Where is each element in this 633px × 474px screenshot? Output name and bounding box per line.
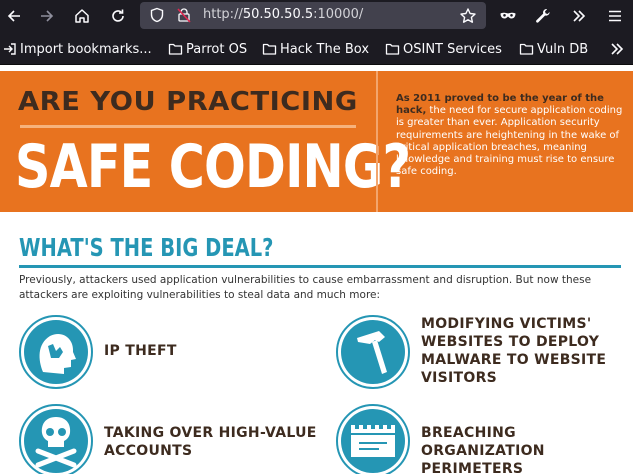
hammer-icon <box>336 315 410 389</box>
bookmarks-toolbar: Import bookmarks... Parrot OS Hack The B… <box>0 31 633 65</box>
bookmark-label: OSINT Services <box>403 41 502 57</box>
head-hand-icon <box>19 315 93 389</box>
private-mask-button[interactable] <box>494 2 522 30</box>
bookmark-label: Hack The Box <box>280 41 370 57</box>
skull-crossbones-icon <box>19 404 93 474</box>
url-scheme: http:// <box>203 7 243 22</box>
folder-icon <box>519 43 534 55</box>
hero-heading-line2: SAFE CODING? <box>15 132 411 202</box>
hero-divider <box>376 71 378 212</box>
browser-toolbar: http://50.50.50.5:10000/ <box>0 0 633 31</box>
hero-heading-line1: ARE YOU PRACTICING <box>18 87 358 117</box>
arrow-right-icon <box>41 10 54 22</box>
castle-wall-icon <box>336 404 410 474</box>
arrow-left-icon <box>7 10 20 22</box>
threat-label: TAKING OVER HIGH-VALUE ACCOUNTS <box>104 425 317 459</box>
bookmark-star-button[interactable] <box>454 2 482 30</box>
bookmark-label: Import bookmarks... <box>20 41 152 57</box>
url-host: 50.50.50.5 <box>242 7 314 22</box>
double-chevron-right-icon <box>573 10 586 22</box>
hero-paragraph-body: the need for secure application coding i… <box>396 105 623 178</box>
folder-icon <box>262 43 277 55</box>
hero-underline <box>20 125 356 128</box>
bookmark-label: Vuln DB <box>537 41 589 57</box>
double-chevron-right-icon[interactable] <box>607 39 627 59</box>
bookmark-osint-services[interactable]: OSINT Services <box>385 40 502 58</box>
overflow-menu-button[interactable] <box>565 2 593 30</box>
bookmark-import[interactable]: Import bookmarks... <box>2 40 152 58</box>
forward-button[interactable] <box>33 2 61 30</box>
folder-icon <box>385 43 400 55</box>
star-icon <box>460 8 476 23</box>
wrench-icon <box>536 9 550 23</box>
intro-paragraph: Previously, attackers used application v… <box>19 274 592 301</box>
mask-icon <box>500 12 516 19</box>
app-menu-button[interactable] <box>601 2 629 30</box>
section-divider <box>19 265 621 268</box>
bookmark-hack-the-box[interactable]: Hack The Box <box>262 40 369 58</box>
import-icon <box>4 43 16 55</box>
threat-label: IP THEFT <box>104 343 177 359</box>
reload-button[interactable] <box>104 2 132 30</box>
back-button[interactable] <box>0 2 28 30</box>
threat-label: BREACHING ORGANIZATION PERIMETERS <box>421 425 545 474</box>
address-bar[interactable]: http://50.50.50.5:10000/ <box>140 2 486 29</box>
home-button[interactable] <box>68 2 96 30</box>
folder-icon <box>168 43 183 55</box>
bookmark-label: Parrot OS <box>186 41 248 57</box>
bookmark-vuln-db[interactable]: Vuln DB <box>519 40 588 58</box>
tools-button[interactable] <box>529 2 557 30</box>
hamburger-icon <box>609 10 621 22</box>
hero-banner: ARE YOU PRACTICING SAFE CODING? As 2011 … <box>0 71 633 212</box>
url-path: :10000/ <box>313 7 364 22</box>
hero-paragraph: As 2011 proved to be the year of the hac… <box>396 93 626 178</box>
url-text[interactable]: http://50.50.50.5:10000/ <box>203 7 363 22</box>
shield-icon[interactable] <box>149 7 165 23</box>
insecure-lock-icon[interactable] <box>176 7 192 23</box>
bookmark-parrot-os[interactable]: Parrot OS <box>168 40 247 58</box>
threat-label: MODIFYING VICTIMS' WEBSITES TO DEPLOY MA… <box>421 316 607 386</box>
reload-icon <box>112 9 124 22</box>
home-icon <box>75 9 89 23</box>
section-title: WHAT'S THE BIG DEAL? <box>19 233 274 262</box>
